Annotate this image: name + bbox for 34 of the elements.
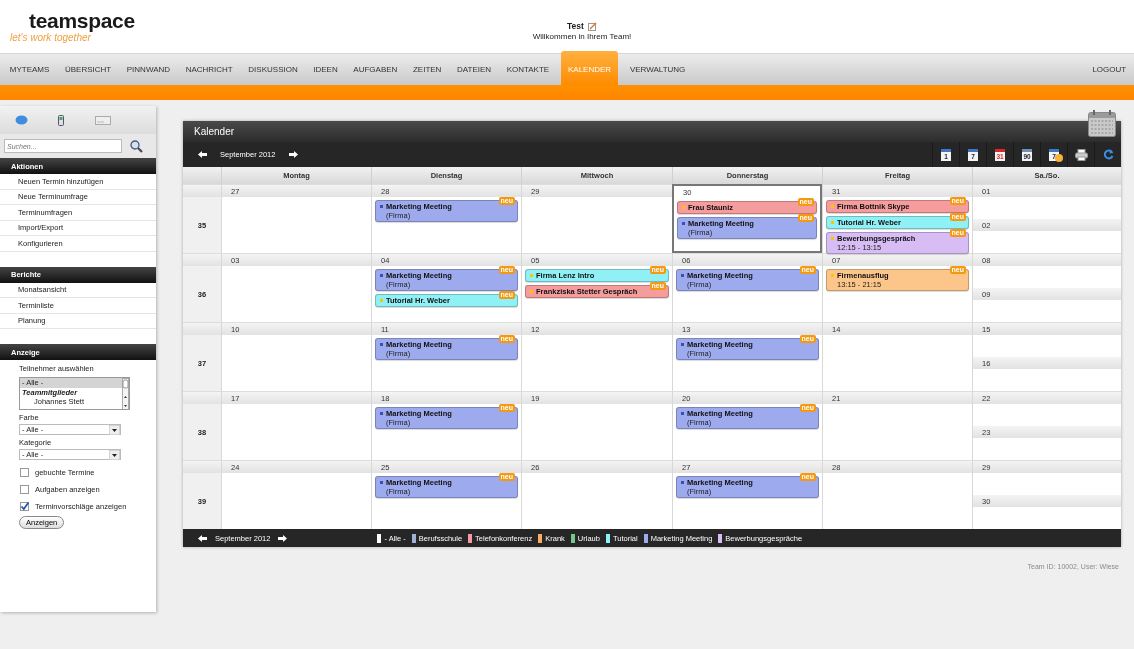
previous-arrow-icon[interactable]: [198, 534, 207, 542]
nav-tab[interactable]: VERWALTUNG: [622, 54, 694, 85]
dropdown-arrow-icon[interactable]: [109, 424, 120, 435]
dropdown-arrow-icon[interactable]: [109, 449, 120, 460]
checkbox[interactable]: [20, 502, 29, 511]
calendar-title: Kalender: [183, 121, 1121, 142]
edit-icon[interactable]: [587, 21, 597, 31]
nav-tab[interactable]: KONTAKTE: [498, 54, 557, 85]
welcome-text: Willkommen in Ihrem Team!: [532, 32, 632, 41]
logout-link[interactable]: LOGOUT: [1084, 54, 1134, 85]
checkbox[interactable]: [20, 468, 29, 477]
chat-bubble-icon[interactable]: [15, 115, 29, 125]
nav-tab[interactable]: DISKUSSION: [240, 54, 306, 85]
header-corner-cell: [183, 167, 221, 184]
tagline: let's work together: [10, 32, 91, 43]
scrollbar-icon: [122, 378, 129, 409]
phone-icon[interactable]: [58, 114, 65, 126]
search-icon[interactable]: [130, 139, 143, 153]
refresh-icon[interactable]: [1102, 149, 1114, 160]
nav-tab[interactable]: IDEEN: [305, 54, 346, 85]
nav-tab[interactable]: MYTEAMS: [2, 54, 58, 85]
previous-arrow-icon[interactable]: [198, 151, 207, 158]
nav-tab[interactable]: ZEITEN: [405, 54, 450, 85]
nav-tab[interactable]: DATEIEN: [449, 54, 499, 85]
printer-icon[interactable]: [1074, 148, 1088, 161]
nav-tab[interactable]: NACHRICHT: [177, 54, 241, 85]
nav-tab[interactable]: AUFGABEN: [345, 54, 406, 85]
calendar-icon[interactable]: [1088, 110, 1116, 137]
nav-tab[interactable]: PINNWAND: [119, 54, 178, 85]
nav-tab[interactable]: ÜBERSICHT: [57, 54, 119, 85]
next-arrow-icon[interactable]: [278, 534, 288, 542]
next-arrow-icon[interactable]: [289, 151, 299, 158]
checkbox[interactable]: [20, 485, 29, 494]
user-name: Test: [567, 21, 584, 31]
